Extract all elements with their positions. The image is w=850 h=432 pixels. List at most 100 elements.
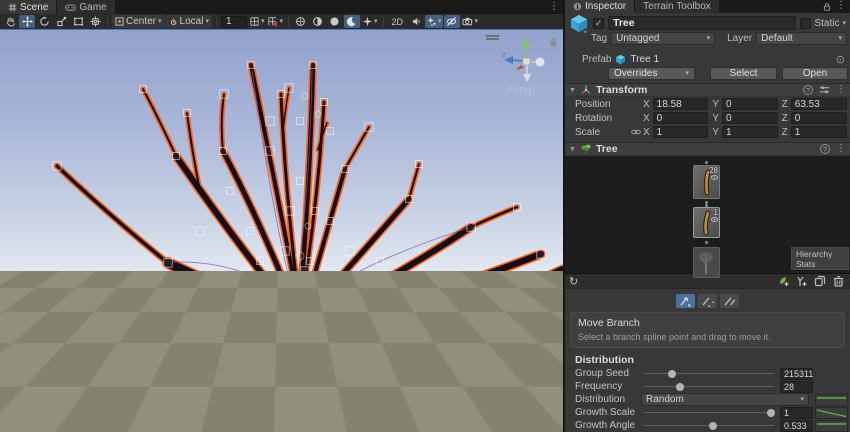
spline-rotate-handle[interactable]: [301, 347, 309, 355]
scale-tool-button[interactable]: [53, 15, 69, 28]
spline-point-handle[interactable]: [467, 223, 476, 232]
growth-angle-value[interactable]: 0.533: [780, 420, 813, 432]
eye-icon[interactable]: [711, 175, 718, 180]
add-branch-group-button[interactable]: [794, 274, 810, 288]
spline-point-handle[interactable]: [327, 218, 334, 225]
spline-point-handle[interactable]: [257, 258, 264, 265]
spline-rotate-handle[interactable]: [315, 111, 321, 117]
select-button[interactable]: Select: [710, 67, 777, 80]
growth-scale-curve[interactable]: [815, 407, 848, 419]
distribution-curve[interactable]: [815, 394, 848, 406]
grid-size-field[interactable]: 1: [221, 16, 247, 28]
active-checkbox[interactable]: ✓: [593, 18, 604, 29]
scene-camera-dropdown[interactable]: ▾: [461, 15, 480, 28]
snap-increment-button[interactable]: ▾: [266, 15, 284, 28]
scene-visibility-toggle[interactable]: [444, 15, 460, 28]
spline-point-handle[interactable]: [140, 86, 147, 93]
eye-icon[interactable]: [711, 217, 718, 222]
spline-point-handle[interactable]: [297, 368, 304, 375]
spline-point-handle[interactable]: [247, 278, 254, 285]
tree-node-hierarchy[interactable]: 28 1 Hierarchy Stats: [565, 156, 850, 273]
spline-point-handle[interactable]: [342, 166, 349, 173]
spline-point-handle[interactable]: [416, 161, 423, 168]
lock-icon[interactable]: [823, 2, 831, 11]
spline-point-handle[interactable]: [247, 228, 254, 235]
prefab-select-target-icon[interactable]: ⊙: [836, 53, 845, 66]
spline-point-handle[interactable]: [286, 207, 295, 216]
tree-component-header[interactable]: ▼ Tree ? ⋮: [565, 142, 850, 156]
tab-game[interactable]: Game: [57, 0, 115, 14]
shading-shaded-button[interactable]: [327, 15, 343, 28]
growth-scale-slider[interactable]: [641, 407, 776, 419]
growth-angle-curve[interactable]: [815, 420, 848, 432]
duplicate-node-button[interactable]: [812, 274, 828, 288]
spline-point-handle[interactable]: [301, 292, 310, 301]
spline-point-handle[interactable]: [220, 148, 227, 155]
rotate-branch-tool[interactable]: [698, 294, 717, 308]
group-seed-value[interactable]: 215311: [780, 368, 813, 380]
branch-node-2[interactable]: 1: [693, 207, 720, 238]
spline-point-handle[interactable]: [365, 123, 374, 132]
help-icon[interactable]: ?: [820, 144, 830, 154]
handle-space-dropdown[interactable]: Local ▾: [166, 15, 212, 28]
rect-tool-button[interactable]: [70, 15, 86, 28]
spline-point-handle[interactable]: [377, 258, 384, 265]
scene-lighting-toggle[interactable]: [344, 15, 360, 28]
help-icon[interactable]: ?: [803, 85, 813, 95]
spline-point-handle[interactable]: [321, 99, 328, 106]
presets-icon[interactable]: [819, 85, 830, 95]
scene-viewport[interactable]: y z ◄ Persp: [0, 29, 563, 432]
scene-menu-icon[interactable]: ⋮: [549, 2, 559, 12]
scale-link-icon[interactable]: [629, 128, 643, 136]
spline-point-handle[interactable]: [53, 162, 62, 171]
freehand-branch-tool[interactable]: [720, 294, 739, 308]
rotation-y-field[interactable]: 0: [722, 112, 778, 124]
layer-dropdown[interactable]: Default ▾: [756, 32, 847, 45]
spline-point-handle[interactable]: [184, 110, 191, 117]
spline-point-handle[interactable]: [307, 258, 314, 265]
spline-point-handle[interactable]: [248, 62, 255, 69]
delete-node-button[interactable]: [830, 274, 846, 288]
spline-point-handle[interactable]: [310, 62, 317, 69]
tab-terrain-toolbox[interactable]: Terrain Toolbox: [635, 0, 720, 13]
spline-point-handle[interactable]: [297, 178, 304, 185]
spline-point-handle[interactable]: [285, 343, 292, 350]
perspective-toggle[interactable]: ◄ Persp: [496, 84, 535, 96]
2d-view-toggle[interactable]: 2D: [388, 15, 408, 28]
transform-tool-button[interactable]: [87, 15, 103, 28]
foldout-icon[interactable]: ▼: [569, 87, 576, 94]
frequency-value[interactable]: 28: [780, 381, 813, 393]
spline-point-handle[interactable]: [307, 313, 314, 320]
spline-point-handle[interactable]: [282, 278, 289, 285]
move-branch-tool[interactable]: [676, 294, 695, 308]
spline-point-handle[interactable]: [220, 90, 229, 99]
inspector-menu-icon[interactable]: ⋮: [836, 1, 846, 11]
spline-point-handle[interactable]: [297, 118, 304, 125]
group-seed-slider[interactable]: [641, 368, 776, 380]
spline-point-handle[interactable]: [301, 267, 310, 276]
shading-shaded-wire-button[interactable]: [310, 15, 326, 28]
position-y-field[interactable]: 0: [722, 98, 778, 110]
spline-point-handle[interactable]: [278, 91, 285, 98]
spline-point-handle[interactable]: [196, 227, 205, 236]
scale-y-field[interactable]: 1: [722, 126, 778, 138]
add-leaf-group-button[interactable]: [776, 274, 792, 288]
spline-point-handle[interactable]: [164, 259, 173, 268]
spline-point-handle[interactable]: [266, 117, 275, 126]
gameobject-cube-icon[interactable]: [569, 14, 589, 33]
scene-audio-toggle[interactable]: [408, 15, 424, 28]
spline-point-handle[interactable]: [287, 328, 294, 335]
lighting-flare-dropdown[interactable]: ▾: [361, 15, 379, 28]
tree-root-node[interactable]: [693, 247, 720, 278]
position-z-field[interactable]: 63.53: [791, 98, 847, 110]
gizmo-lock-icon[interactable]: [549, 37, 558, 47]
position-x-field[interactable]: 18.58: [653, 98, 709, 110]
spline-point-handle[interactable]: [292, 278, 299, 285]
tab-inspector[interactable]: Inspector: [565, 0, 635, 13]
refresh-icon[interactable]: ↻: [569, 275, 578, 288]
spline-point-handle[interactable]: [514, 204, 521, 211]
spline-point-handle[interactable]: [308, 342, 317, 351]
static-dropdown-icon[interactable]: ▾: [842, 20, 846, 27]
static-checkbox[interactable]: [800, 18, 811, 29]
rotation-x-field[interactable]: 0: [653, 112, 709, 124]
